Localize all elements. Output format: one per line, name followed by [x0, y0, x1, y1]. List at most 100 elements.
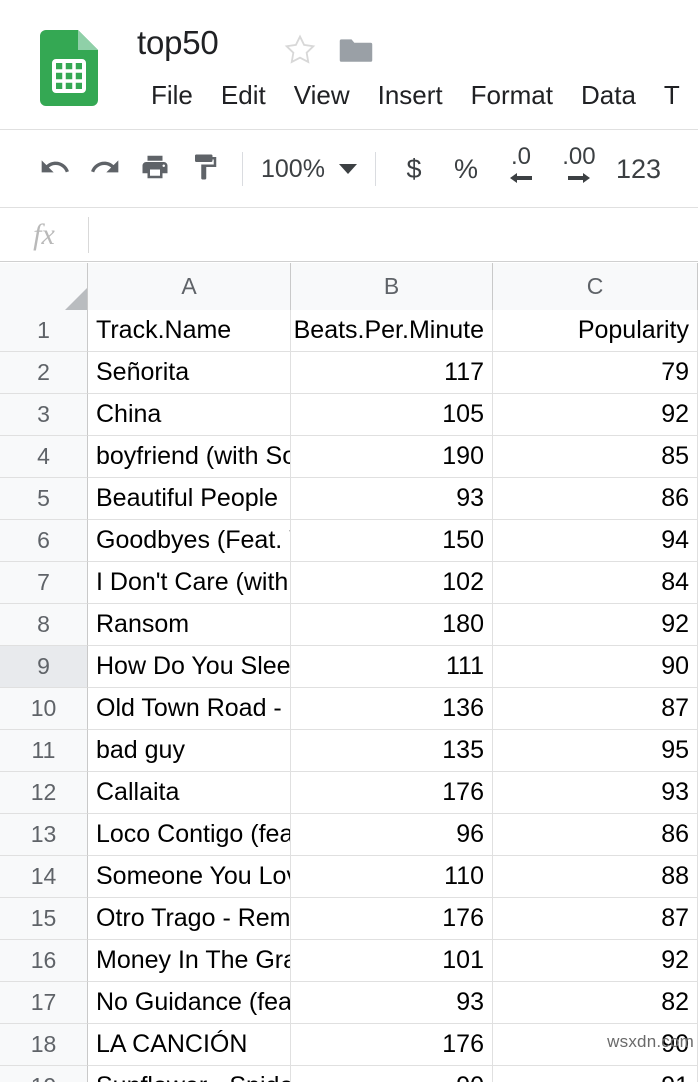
grid-cell-b7[interactable]: 102 [291, 562, 493, 604]
currency-format-button[interactable]: $ [388, 144, 440, 194]
grid-cell-c8[interactable]: 92 [493, 604, 698, 646]
grid-cell-b13[interactable]: 96 [291, 814, 493, 856]
grid-cell-a6[interactable]: Goodbyes (Feat. Young Thug) [88, 520, 291, 562]
grid-cell-a12[interactable]: Callaita [88, 772, 291, 814]
grid-cell-a7[interactable]: I Don't Care (with Justin Bieber) [88, 562, 291, 604]
undo-button[interactable] [30, 144, 80, 194]
grid-cell-b1[interactable]: Beats.Per.Minute [291, 310, 493, 352]
grid-cell-b15[interactable]: 176 [291, 898, 493, 940]
decrease-decimal-button[interactable]: .0 [492, 144, 550, 194]
row-header[interactable]: 11 [0, 730, 88, 772]
grid-cell-c14[interactable]: 88 [493, 856, 698, 898]
column-header-b[interactable]: B [291, 263, 493, 310]
grid-cell-b10[interactable]: 136 [291, 688, 493, 730]
row-header[interactable]: 3 [0, 394, 88, 436]
grid-cell-b14[interactable]: 110 [291, 856, 493, 898]
row-header[interactable]: 6 [0, 520, 88, 562]
grid-cell-b2[interactable]: 117 [291, 352, 493, 394]
row-header[interactable]: 13 [0, 814, 88, 856]
grid-cell-a3[interactable]: China [88, 394, 291, 436]
redo-button[interactable] [80, 144, 130, 194]
grid-cell-a17[interactable]: No Guidance (feat. Drake) [88, 982, 291, 1024]
paint-format-button[interactable] [180, 144, 230, 194]
number-format-button[interactable]: 123 [608, 154, 661, 185]
grid-cell-a10[interactable]: Old Town Road - Remix [88, 688, 291, 730]
grid-cell-c6[interactable]: 94 [493, 520, 698, 562]
menu-item-tools[interactable]: T [650, 78, 694, 113]
grid-cell-b18[interactable]: 176 [291, 1024, 493, 1066]
row-header[interactable]: 14 [0, 856, 88, 898]
grid-cell-a8[interactable]: Ransom [88, 604, 291, 646]
menu-item-file[interactable]: File [137, 78, 207, 113]
grid-cell-a4[interactable]: boyfriend (with Social House) [88, 436, 291, 478]
grid-cell-b5[interactable]: 93 [291, 478, 493, 520]
row-header[interactable]: 17 [0, 982, 88, 1024]
document-title[interactable]: top50 [137, 24, 219, 62]
grid-cell-a2[interactable]: Señorita [88, 352, 291, 394]
grid-cell-c12[interactable]: 93 [493, 772, 698, 814]
row-header[interactable]: 16 [0, 940, 88, 982]
grid-cell-c11[interactable]: 95 [493, 730, 698, 772]
grid-cell-a11[interactable]: bad guy [88, 730, 291, 772]
grid-cell-c17[interactable]: 82 [493, 982, 698, 1024]
select-all-corner-icon[interactable] [0, 263, 88, 310]
grid-cell-a5[interactable]: Beautiful People [88, 478, 291, 520]
star-outline-icon[interactable] [283, 33, 317, 67]
grid-cell-c10[interactable]: 87 [493, 688, 698, 730]
row-header[interactable]: 2 [0, 352, 88, 394]
grid-cell-c1[interactable]: Popularity [493, 310, 698, 352]
grid-cell-b3[interactable]: 105 [291, 394, 493, 436]
grid-cell-c2[interactable]: 79 [493, 352, 698, 394]
row-header[interactable]: 18 [0, 1024, 88, 1066]
grid-cell-b9[interactable]: 111 [291, 646, 493, 688]
menu-item-insert[interactable]: Insert [364, 78, 457, 113]
column-header-a[interactable]: A [88, 263, 291, 310]
grid-cell-b11[interactable]: 135 [291, 730, 493, 772]
increase-decimal-button[interactable]: .00 [550, 144, 608, 194]
zoom-selector[interactable]: 100% [255, 155, 363, 184]
grid-cell-c3[interactable]: 92 [493, 394, 698, 436]
row-header[interactable]: 12 [0, 772, 88, 814]
grid-cell-c19[interactable]: 91 [493, 1066, 698, 1082]
menu-item-view[interactable]: View [280, 78, 364, 113]
menu-item-format[interactable]: Format [457, 78, 567, 113]
row-header[interactable]: 9 [0, 646, 88, 688]
row-header[interactable]: 19 [0, 1066, 88, 1082]
formula-input[interactable] [89, 209, 698, 261]
grid-cell-c5[interactable]: 86 [493, 478, 698, 520]
grid-cell-c15[interactable]: 87 [493, 898, 698, 940]
grid-cell-a13[interactable]: Loco Contigo (feat. J. Balvin) [88, 814, 291, 856]
grid-cell-c4[interactable]: 85 [493, 436, 698, 478]
row-header[interactable]: 15 [0, 898, 88, 940]
row-header[interactable]: 7 [0, 562, 88, 604]
row-header[interactable]: 8 [0, 604, 88, 646]
grid-cell-b6[interactable]: 150 [291, 520, 493, 562]
grid-cell-b12[interactable]: 176 [291, 772, 493, 814]
grid-cell-c16[interactable]: 92 [493, 940, 698, 982]
grid-cell-b19[interactable]: 90 [291, 1066, 493, 1082]
row-header[interactable]: 10 [0, 688, 88, 730]
grid-cell-c9[interactable]: 90 [493, 646, 698, 688]
grid-cell-a1[interactable]: Track.Name [88, 310, 291, 352]
column-header-c[interactable]: C [493, 263, 698, 310]
grid-cell-a15[interactable]: Otro Trago - Remix [88, 898, 291, 940]
grid-cell-c7[interactable]: 84 [493, 562, 698, 604]
grid-cell-b17[interactable]: 93 [291, 982, 493, 1024]
row-header[interactable]: 5 [0, 478, 88, 520]
grid-cell-b8[interactable]: 180 [291, 604, 493, 646]
grid-cell-a18[interactable]: LA CANCIÓN [88, 1024, 291, 1066]
row-header[interactable]: 4 [0, 436, 88, 478]
row-header[interactable]: 1 [0, 310, 88, 352]
menu-item-edit[interactable]: Edit [207, 78, 280, 113]
grid-cell-b4[interactable]: 190 [291, 436, 493, 478]
grid-cell-a16[interactable]: Money In The Grave [88, 940, 291, 982]
grid-cell-a9[interactable]: How Do You Sleep? [88, 646, 291, 688]
menu-item-data[interactable]: Data [567, 78, 650, 113]
percent-format-button[interactable]: % [440, 144, 492, 194]
grid-cell-b16[interactable]: 101 [291, 940, 493, 982]
grid-cell-a19[interactable]: Sunflower - Spider-Man [88, 1066, 291, 1082]
grid-cell-c13[interactable]: 86 [493, 814, 698, 856]
folder-icon[interactable] [339, 36, 373, 64]
grid-cell-a14[interactable]: Someone You Loved [88, 856, 291, 898]
print-button[interactable] [130, 144, 180, 194]
